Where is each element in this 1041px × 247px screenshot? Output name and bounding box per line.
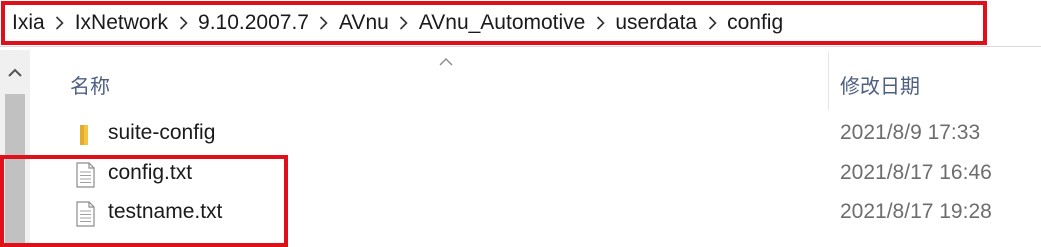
file-name: suite-config	[108, 121, 216, 144]
file-date: 2021/8/17 16:46	[840, 161, 992, 184]
breadcrumb-item-ixnetwork[interactable]: IxNetwork	[73, 11, 170, 35]
chevron-right-icon[interactable]	[391, 16, 417, 30]
breadcrumb-item-version[interactable]: 9.10.2007.7	[196, 11, 311, 35]
file-date: 2021/8/9 17:33	[840, 121, 981, 144]
chevron-right-icon[interactable]	[170, 16, 196, 30]
breadcrumb-item-avnu[interactable]: AVnu	[337, 11, 391, 35]
breadcrumb-item-config[interactable]: config	[725, 11, 785, 35]
file-name: testname.txt	[108, 200, 223, 223]
folder-icon	[74, 122, 96, 148]
breadcrumb-item-userdata[interactable]: userdata	[613, 11, 699, 35]
sort-ascending-icon	[436, 55, 456, 69]
breadcrumb-item-ixia[interactable]: Ixia	[10, 11, 47, 35]
file-name: config.txt	[108, 161, 193, 184]
chevron-right-icon[interactable]	[699, 16, 725, 30]
scrollbar-thumb[interactable]	[5, 94, 25, 247]
chevron-right-icon[interactable]	[587, 16, 613, 30]
column-header-name[interactable]: 名称	[70, 70, 110, 99]
chevron-right-icon[interactable]	[47, 16, 73, 30]
text-file-icon	[74, 201, 96, 227]
column-header-date-modified[interactable]: 修改日期	[840, 70, 920, 99]
breadcrumb: Ixia IxNetwork 9.10.2007.7 AVnu AVnu_Aut…	[10, 8, 785, 38]
list-item[interactable]: suite-config 2021/8/9 17:33	[34, 116, 1041, 154]
chevron-right-icon[interactable]	[311, 16, 337, 30]
vertical-scrollbar[interactable]	[0, 50, 30, 247]
list-item[interactable]: config.txt 2021/8/17 16:46	[34, 156, 1041, 194]
address-bar[interactable]: Ixia IxNetwork 9.10.2007.7 AVnu AVnu_Aut…	[0, 0, 1041, 47]
file-date: 2021/8/17 19:28	[840, 200, 992, 223]
list-item[interactable]: testname.txt 2021/8/17 19:28	[34, 195, 1041, 233]
text-file-icon	[74, 162, 96, 188]
chevron-up-icon[interactable]	[3, 60, 27, 84]
breadcrumb-item-avnu-automotive[interactable]: AVnu_Automotive	[417, 11, 588, 35]
column-divider[interactable]	[828, 52, 829, 110]
